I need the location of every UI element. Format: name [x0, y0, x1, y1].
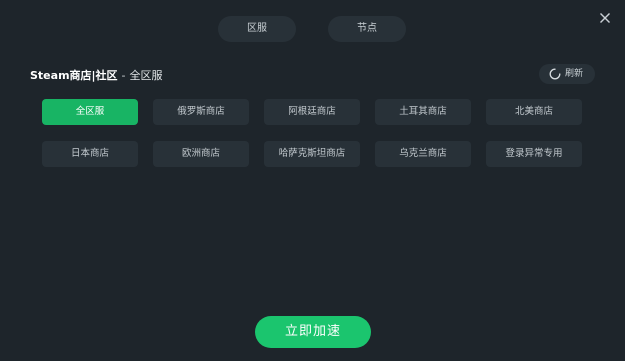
heading-separator: - [121, 69, 126, 82]
accelerator-window: 区服 节点 Steam商店|社区 - 全区服 刷新 全区服 俄罗斯商店 阿根廷商店 … [0, 0, 625, 361]
close-icon [600, 13, 610, 23]
refresh-label: 刷新 [565, 69, 584, 79]
store-option-turkey[interactable]: 土耳其商店 [375, 99, 471, 125]
close-button[interactable] [597, 10, 613, 26]
tab-region[interactable]: 区服 [218, 16, 296, 42]
store-option-north-america[interactable]: 北美商店 [486, 99, 582, 125]
top-tab-bar: 区服 节点 [0, 16, 625, 42]
store-option-login-issue[interactable]: 登录异常专用 [486, 141, 582, 167]
store-region-grid: 全区服 俄罗斯商店 阿根廷商店 土耳其商店 北美商店 日本商店 欧洲商店 哈萨克… [42, 99, 587, 169]
store-option-russia[interactable]: 俄罗斯商店 [153, 99, 249, 125]
store-option-europe[interactable]: 欧洲商店 [153, 141, 249, 167]
start-acceleration-button[interactable]: 立即加速 [255, 316, 371, 348]
page-title: Steam商店|社区 - 全区服 [30, 67, 163, 83]
tab-node[interactable]: 节点 [328, 16, 406, 42]
store-option-argentina[interactable]: 阿根廷商店 [264, 99, 360, 125]
store-option-japan[interactable]: 日本商店 [42, 141, 138, 167]
heading-region: 全区服 [129, 69, 163, 82]
store-option-ukraine[interactable]: 乌克兰商店 [375, 141, 471, 167]
refresh-spinner-icon [549, 68, 561, 80]
store-option-kazakhstan[interactable]: 哈萨克斯坦商店 [264, 141, 360, 167]
store-option-all[interactable]: 全区服 [42, 99, 138, 125]
refresh-button[interactable]: 刷新 [539, 64, 595, 84]
heading-store: Steam商店|社区 [30, 69, 118, 82]
